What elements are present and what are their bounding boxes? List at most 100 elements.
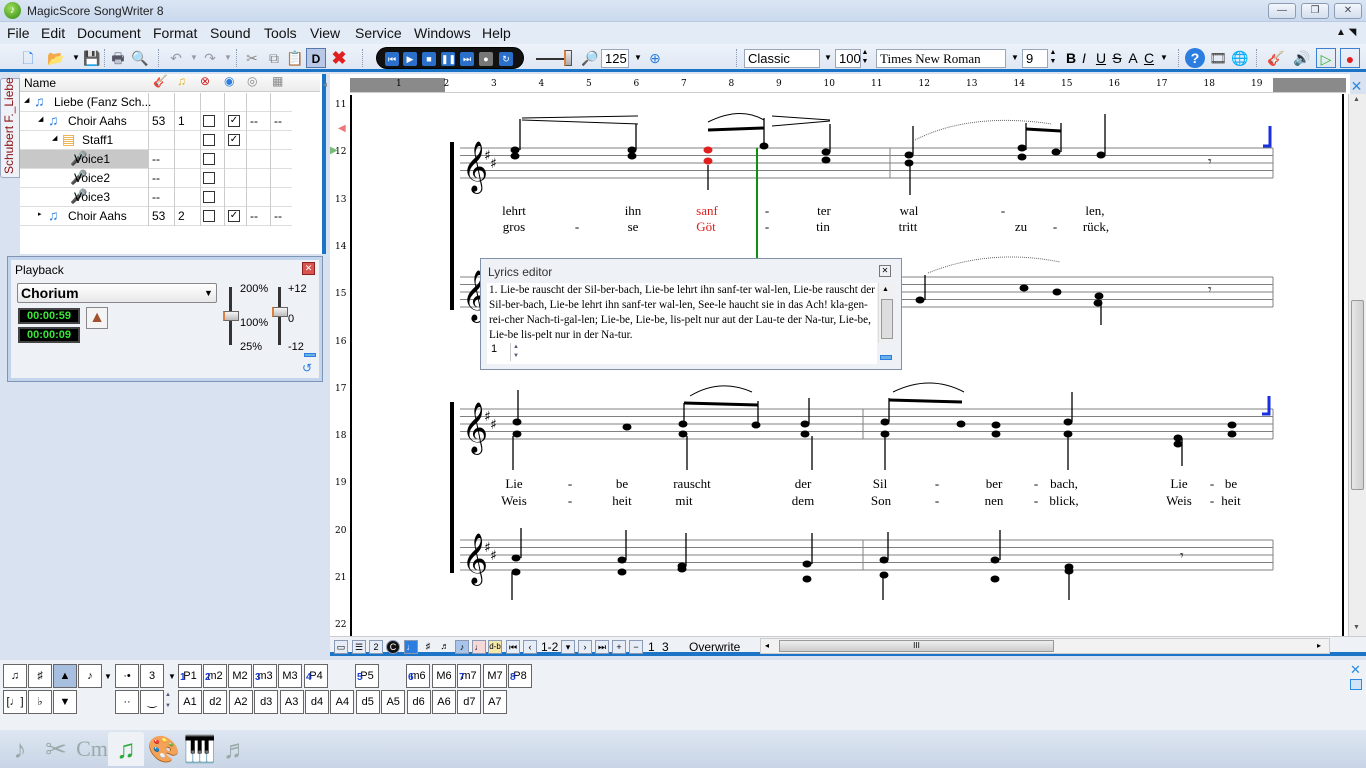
collapse-panel-icon[interactable]: ◂ <box>323 80 327 89</box>
zoom-slider-track[interactable] <box>536 58 566 60</box>
style-select[interactable]: Classic <box>744 49 820 68</box>
record-icon[interactable]: ● <box>479 52 493 66</box>
tools-tab-icon[interactable]: ✂ <box>38 732 74 766</box>
lyrics-mode-icon[interactable]: d-b <box>488 640 502 654</box>
playback-close-icon[interactable]: ✕ <box>302 262 315 275</box>
delete-icon[interactable]: ✖ <box>329 48 349 68</box>
page-dropdown-icon[interactable]: ▾ <box>561 640 575 654</box>
lyrics-scroll-thumb[interactable] <box>881 299 893 339</box>
scroll-down-icon[interactable]: ▼ <box>1353 624 1360 631</box>
interval-button[interactable]: m3 3 <box>253 664 277 688</box>
scroll-left-icon[interactable]: ◂ <box>765 641 769 650</box>
interval-button[interactable]: d3 <box>254 690 279 714</box>
save-icon[interactable]: 💾 <box>82 48 102 68</box>
palette-close-icon[interactable]: ✕ <box>1350 662 1361 678</box>
mute-checkbox[interactable] <box>203 191 215 203</box>
menu-file[interactable]: File <box>7 25 30 41</box>
mute-checkbox[interactable] <box>203 210 215 222</box>
interval-button[interactable]: M2 <box>228 664 252 688</box>
cut-icon[interactable]: ✂ <box>242 48 262 68</box>
lyrics-close-icon[interactable]: ✕ <box>879 265 891 277</box>
menu-help[interactable]: Help <box>482 25 511 41</box>
scroll-up-icon[interactable]: ▲ <box>1353 96 1360 103</box>
scroll-right-icon[interactable]: ▸ <box>1317 641 1321 650</box>
stop-icon[interactable]: ■ <box>422 52 436 66</box>
double-dot-button[interactable]: ·· <box>115 690 139 714</box>
interval-button[interactable]: A2 <box>228 690 253 714</box>
zoom-2-icon[interactable]: 2 <box>369 640 383 654</box>
down-button[interactable]: ▼ <box>53 690 77 714</box>
solo-checkbox[interactable]: ✓ <box>228 210 240 222</box>
solo-checkbox[interactable]: ✓ <box>228 134 240 146</box>
add-page-icon[interactable]: + <box>612 640 626 654</box>
interval-button[interactable]: d5 <box>355 690 380 714</box>
tree-row[interactable]: ◢ ♫ Choir Aahs 53 1 ✓ -- -- <box>20 112 292 131</box>
go-start-icon[interactable]: ⏮ <box>385 52 399 66</box>
zoom-slider-thumb[interactable] <box>564 50 572 66</box>
tree-row[interactable]: 🎤 Voice2 -- <box>20 169 292 188</box>
list-view-icon[interactable]: ☰ <box>352 640 366 654</box>
grace-dropdown-icon[interactable]: ▼ <box>104 672 112 681</box>
redo-dropdown-icon[interactable]: ▼ <box>218 48 238 68</box>
palette-tab-icon[interactable]: 🎨 <box>146 732 182 766</box>
solo-checkbox[interactable]: ✓ <box>228 115 240 127</box>
lyrics-dock-icon[interactable] <box>880 355 892 360</box>
menu-format[interactable]: Format <box>153 25 197 41</box>
flat-button[interactable]: ♭ <box>28 690 52 714</box>
zoom-out-icon[interactable]: 🔎 <box>580 48 600 68</box>
page-view-icon[interactable]: ▭ <box>334 640 348 654</box>
dot-button[interactable]: ·• <box>115 664 139 688</box>
size-spinner[interactable]: ▲ ▼ <box>859 48 871 68</box>
reset-icon[interactable]: ↺ <box>302 361 312 375</box>
menu-document[interactable]: Document <box>77 25 141 41</box>
interval-button[interactable]: M6 <box>432 664 456 688</box>
font-size-input[interactable]: 9 <box>1022 49 1048 68</box>
mute-checkbox[interactable] <box>203 172 215 184</box>
menu-tools[interactable]: Tools <box>264 25 297 41</box>
bracket-note-button[interactable]: [♩] <box>3 690 27 714</box>
note-mode-icon[interactable]: ♩ <box>404 640 418 654</box>
dock-icon[interactable] <box>304 353 316 357</box>
voice-icon[interactable]: ♪ <box>455 640 469 654</box>
interval-button[interactable]: d2 <box>203 690 228 714</box>
tree-row[interactable]: 🎤 Voice1 -- <box>20 150 292 169</box>
interval-button[interactable]: M7 <box>483 664 507 688</box>
verse-spinner[interactable]: ▲ ▼ <box>513 343 523 361</box>
tie-spinner[interactable]: ▲ ▼ <box>165 690 175 714</box>
next-page-icon[interactable]: › <box>578 640 592 654</box>
menu-windows[interactable]: Windows <box>414 25 471 41</box>
menu-view[interactable]: View <box>310 25 340 41</box>
loop-icon[interactable]: ↻ <box>499 52 513 66</box>
document-tab[interactable]: Schubert F._Liebe <box>0 77 20 178</box>
close-button[interactable]: ✕ <box>1334 3 1362 19</box>
open-folder-icon[interactable]: 📂 <box>46 48 66 68</box>
lyrics-scroll-up-icon[interactable]: ▲ <box>882 286 889 293</box>
keyboard-tab-icon[interactable]: 🎹 <box>182 732 218 766</box>
tuplet-dropdown-icon[interactable]: ▼ <box>168 672 176 681</box>
toolbar-options-icon[interactable]: ▲ ◥ <box>1336 27 1356 38</box>
print-preview-icon[interactable]: 🔍 <box>130 48 150 68</box>
zoom-input[interactable]: 125 <box>601 49 629 68</box>
bracket-note-icon[interactable]: ♩ <box>472 640 486 654</box>
chord-tab-icon[interactable]: Cm <box>74 732 110 766</box>
redo-icon[interactable]: ↷ <box>200 48 220 68</box>
help-icon[interactable]: ? <box>1185 48 1205 68</box>
verse-number-input[interactable]: 1 <box>489 343 511 361</box>
new-file-icon[interactable]: 🗋 <box>18 48 38 68</box>
d-mode-button[interactable]: D <box>306 48 326 68</box>
print-icon[interactable]: 🖶 <box>108 48 128 68</box>
interval-button[interactable]: A5 <box>381 690 406 714</box>
interval-button[interactable]: M3 <box>278 664 302 688</box>
tie-button[interactable]: ‿ <box>140 690 164 714</box>
triplet-button[interactable]: 3 <box>140 664 164 688</box>
interval-button[interactable]: A7 <box>482 690 507 714</box>
horizontal-scrollbar[interactable]: ◂ III ▸ <box>760 638 1330 654</box>
zoom-in-icon[interactable]: ⊕ <box>645 48 665 68</box>
vertical-scrollbar[interactable]: ▲ ▼ <box>1348 94 1366 636</box>
lyrics-scrollbar[interactable]: ▲ <box>878 283 894 343</box>
size-percent-input[interactable]: 100 <box>835 49 861 68</box>
mute-checkbox[interactable] <box>203 134 215 146</box>
paste-icon[interactable]: 📋 <box>285 48 305 68</box>
prev-page-icon[interactable]: ‹ <box>523 640 537 654</box>
go-end-icon[interactable]: ⏭ <box>460 52 474 66</box>
